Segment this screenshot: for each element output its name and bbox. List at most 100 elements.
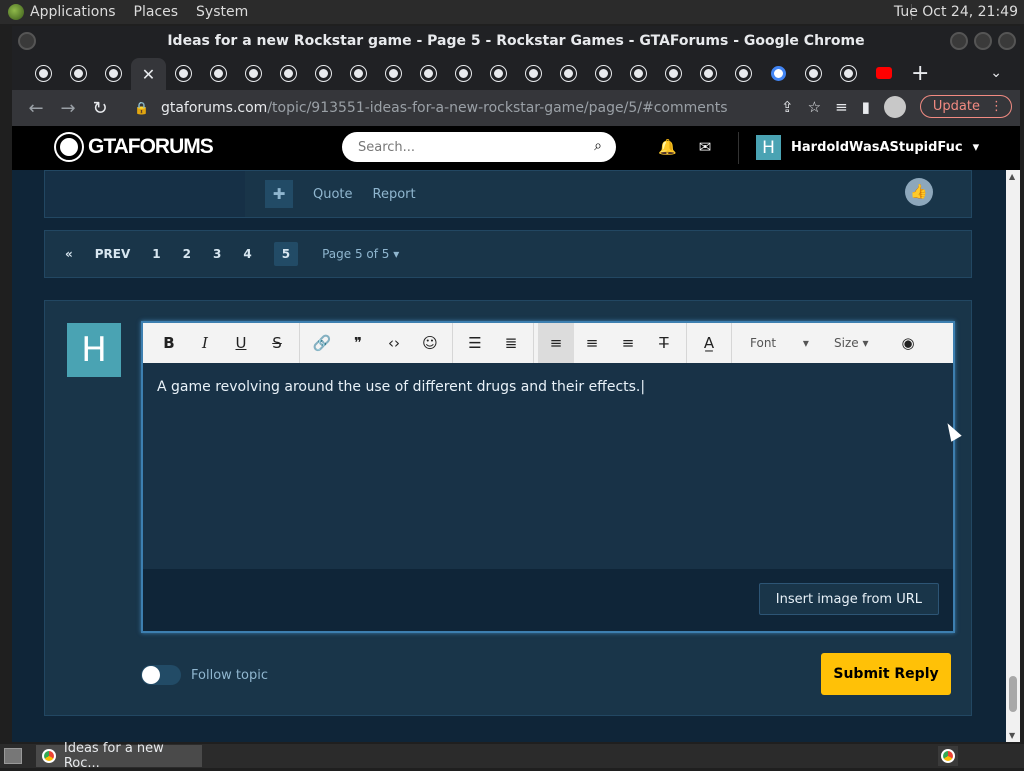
reading-list-icon[interactable]: ≡ <box>835 98 848 116</box>
search-input[interactable]: Search... ⌕ <box>342 132 616 162</box>
tray-chrome-icon[interactable] <box>938 746 958 766</box>
preview-eye-icon[interactable]: ◉ <box>890 334 926 352</box>
tab[interactable] <box>621 59 656 87</box>
show-desktop-icon[interactable] <box>4 748 22 764</box>
messages-envelope-icon[interactable]: ✉ <box>699 138 712 156</box>
code-icon[interactable]: ‹› <box>376 334 412 352</box>
tab[interactable] <box>306 59 341 87</box>
follow-toggle[interactable] <box>141 665 181 685</box>
tab[interactable] <box>761 59 796 87</box>
numbered-list-icon[interactable]: ≣ <box>493 334 529 352</box>
page-scrollbar[interactable]: ▲ ▼ <box>1006 170 1020 742</box>
clock[interactable]: Tue Oct 24, 21:49 <box>894 4 1018 20</box>
prev-page-link[interactable]: PREV <box>95 247 131 261</box>
scroll-thumb[interactable] <box>1009 676 1017 712</box>
notifications-bell-icon[interactable]: 🔔 <box>658 138 677 156</box>
emoji-icon[interactable]: ☺ <box>412 334 448 352</box>
align-left-icon[interactable]: ≡ <box>538 323 574 363</box>
tab[interactable] <box>691 59 726 87</box>
align-center-icon[interactable]: ≡ <box>574 334 610 352</box>
toolbar-separator <box>299 323 300 363</box>
tab[interactable] <box>341 59 376 87</box>
clear-format-icon[interactable]: T̶ <box>646 334 682 352</box>
menu-applications[interactable]: Applications <box>30 4 116 20</box>
tab[interactable] <box>831 59 866 87</box>
back-arrow-icon[interactable]: ← <box>20 98 52 119</box>
window-titlebar[interactable]: Ideas for a new Rockstar game - Page 5 -… <box>12 26 1020 56</box>
lock-icon[interactable]: 🔒 <box>134 101 149 115</box>
page-jump-dropdown[interactable]: Page 5 of 5 ▾ <box>322 247 399 261</box>
close-tab-icon[interactable]: ✕ <box>142 65 155 84</box>
side-panel-icon[interactable]: ▮ <box>862 98 870 116</box>
report-link[interactable]: Report <box>373 187 416 202</box>
user-menu[interactable]: H HardoldWasAStupidFuc ▾ <box>756 135 979 160</box>
align-right-icon[interactable]: ≡ <box>610 334 646 352</box>
search-icon[interactable]: ⌕ <box>594 138 602 154</box>
minimize-icon[interactable] <box>950 32 968 50</box>
close-window-icon[interactable] <box>998 32 1016 50</box>
tab[interactable] <box>551 59 586 87</box>
page-link-4[interactable]: 4 <box>243 247 251 261</box>
underline-button[interactable]: U <box>223 334 259 352</box>
tab[interactable] <box>201 59 236 87</box>
text-color-icon[interactable]: A̲ <box>691 334 727 352</box>
tab[interactable] <box>61 59 96 87</box>
follow-topic[interactable]: Follow topic <box>141 665 268 685</box>
tab[interactable] <box>586 59 621 87</box>
quote-link[interactable]: Quote <box>313 187 353 202</box>
gnome-foot-icon[interactable] <box>8 4 24 20</box>
size-dropdown[interactable]: Size ▾ <box>824 336 890 350</box>
tab-search-chevron-icon[interactable]: ⌄ <box>990 65 1002 81</box>
scroll-up-icon[interactable]: ▲ <box>1009 172 1015 181</box>
quote-icon[interactable]: ❞ <box>340 334 376 352</box>
first-page-icon[interactable]: « <box>65 247 73 261</box>
font-dropdown[interactable]: Font ▾ <box>736 336 824 350</box>
menu-places[interactable]: Places <box>134 4 179 20</box>
page-link-1[interactable]: 1 <box>152 247 160 261</box>
tab[interactable] <box>376 59 411 87</box>
window-menu-icon[interactable] <box>18 32 36 50</box>
bold-button[interactable]: B <box>151 334 187 352</box>
tab[interactable] <box>796 59 831 87</box>
page-link-2[interactable]: 2 <box>183 247 191 261</box>
tab[interactable] <box>411 59 446 87</box>
italic-button[interactable]: I <box>187 334 223 352</box>
tab[interactable] <box>271 59 306 87</box>
forward-arrow-icon[interactable]: → <box>52 98 84 119</box>
tab[interactable] <box>96 59 131 87</box>
page-link-3[interactable]: 3 <box>213 247 221 261</box>
share-icon[interactable]: ⇪ <box>781 98 794 116</box>
profile-avatar-icon[interactable] <box>883 95 906 118</box>
address-bar[interactable]: 🔒 gtaforums.com/topic/913551-ideas-for-a… <box>122 94 772 122</box>
toolbar-right: ⇪ ☆ ≡ ▮ Update ⋮ <box>781 95 1012 118</box>
maximize-icon[interactable] <box>974 32 992 50</box>
strikethrough-button[interactable]: S <box>259 334 295 352</box>
scroll-down-icon[interactable]: ▼ <box>1009 731 1015 740</box>
like-thumbs-up-icon[interactable]: 👍 <box>905 178 933 206</box>
multiquote-plus-icon[interactable]: ✚ <box>265 180 293 208</box>
menu-system[interactable]: System <box>196 4 248 20</box>
reload-icon[interactable]: ↻ <box>84 98 116 119</box>
taskbar-chrome-task[interactable]: Ideas for a new Roc... <box>36 741 202 771</box>
update-button[interactable]: Update ⋮ <box>919 95 1012 118</box>
tab[interactable] <box>26 59 61 87</box>
link-icon[interactable]: 🔗 <box>304 334 340 352</box>
new-tab-icon[interactable]: + <box>911 61 929 86</box>
submit-reply-button[interactable]: Submit Reply <box>821 653 951 695</box>
editor-toolbar: B I U S 🔗 ❞ ‹› ☺ ☰ ≣ ≡ ≡ ≡ T̶ A̲ Font ▾ … <box>143 323 953 363</box>
tab[interactable] <box>726 59 761 87</box>
reply-textarea[interactable]: A game revolving around the use of diffe… <box>143 363 953 563</box>
tab[interactable] <box>446 59 481 87</box>
tab[interactable] <box>166 59 201 87</box>
tab[interactable] <box>516 59 551 87</box>
site-logo[interactable]: GTAFORUMS <box>56 134 214 160</box>
insert-image-url-button[interactable]: Insert image from URL <box>758 583 939 615</box>
tab[interactable] <box>236 59 271 87</box>
current-page[interactable]: 5 <box>273 242 299 266</box>
bookmark-star-icon[interactable]: ☆ <box>808 98 821 116</box>
bullet-list-icon[interactable]: ☰ <box>457 334 493 352</box>
tab[interactable] <box>481 59 516 87</box>
tab[interactable] <box>656 59 691 87</box>
tab-active[interactable]: ✕ <box>131 58 166 90</box>
tab[interactable] <box>866 59 901 87</box>
